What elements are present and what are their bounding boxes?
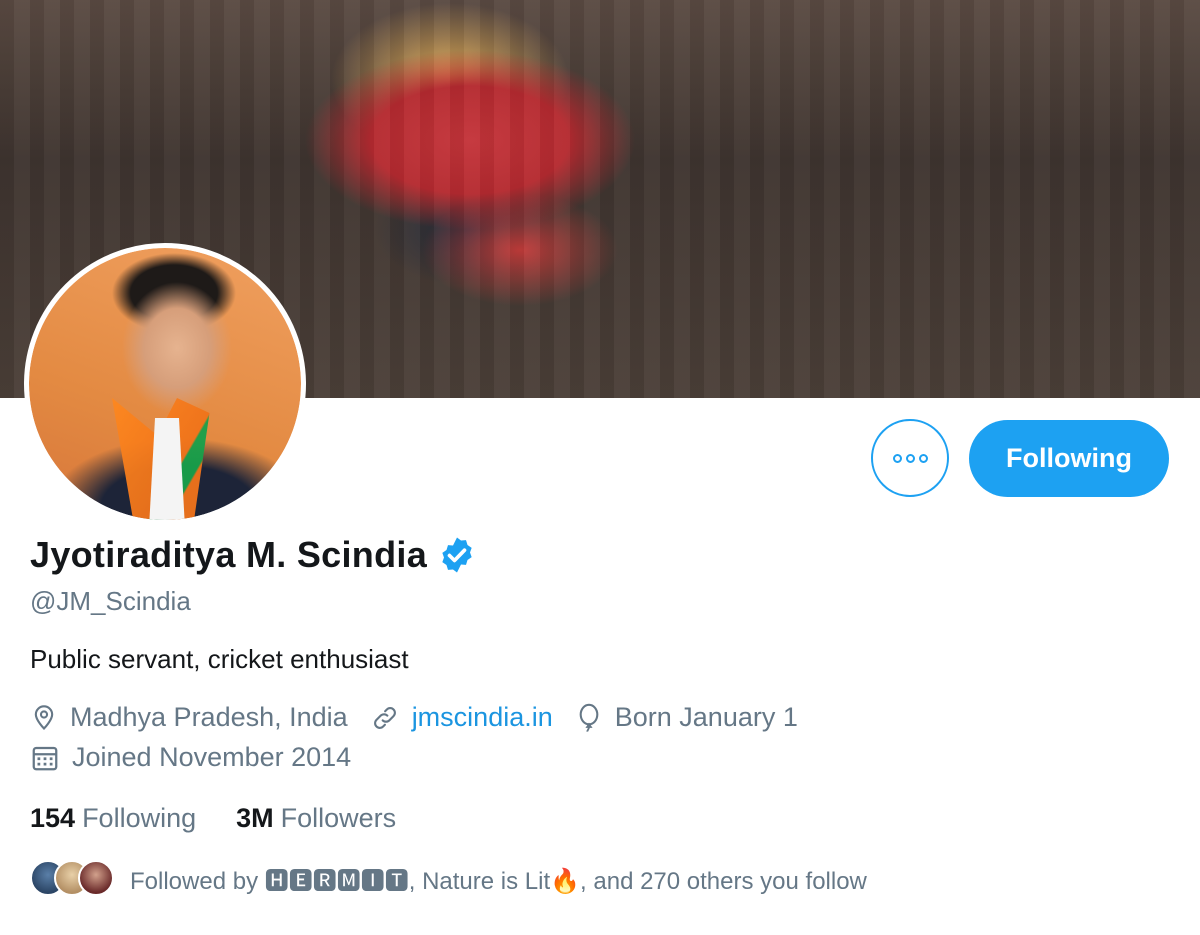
followers-label: Followers: [280, 803, 397, 833]
profile-name-row: Jyotiraditya M. Scindia: [30, 534, 477, 576]
website-link[interactable]: jmscindia.in: [412, 702, 553, 733]
profile-handle: @JM_Scindia: [30, 586, 191, 616]
profile-meta-joined: Joined November 2014: [30, 742, 373, 773]
joined-item: Joined November 2014: [30, 742, 351, 773]
location-text: Madhya Pradesh, India: [70, 702, 348, 732]
location-item: Madhya Pradesh, India: [30, 702, 348, 733]
profile-name: Jyotiraditya M. Scindia: [30, 534, 428, 575]
fire-emoji-icon: 🔥: [550, 867, 581, 895]
more-options-button[interactable]: [871, 419, 949, 497]
followed-by-text: Followed by 🅷🅴🆁🅼🅸🆃, Nature is Lit🔥, and …: [130, 861, 867, 896]
followed-by-prefix: Followed by: [130, 867, 265, 895]
followers-count: 3M: [236, 803, 274, 833]
joined-text: Joined November 2014: [72, 742, 352, 772]
profile-stats: 154 Following 3M Followers: [30, 803, 436, 834]
following-button[interactable]: Following: [969, 420, 1169, 497]
following-count: 154: [30, 803, 76, 833]
more-dots-icon: [892, 453, 902, 463]
followers-count-link[interactable]: 3M Followers: [236, 803, 396, 834]
profile-meta: Madhya Pradesh, India jmscindia.in Born …: [30, 702, 820, 733]
link-icon: [373, 706, 396, 729]
mutual-avatar: [78, 860, 114, 896]
following-count-link[interactable]: 154 Following: [30, 803, 196, 834]
birthday-item: Born January 1: [575, 702, 798, 733]
balloon-icon: [579, 703, 599, 732]
mutual-avatars: [30, 860, 114, 896]
birthday-text: Born January 1: [614, 702, 798, 732]
location-pin-icon: [34, 704, 54, 730]
mutual-follower-2: Nature is Lit: [422, 867, 551, 895]
followed-by-separator: ,: [408, 867, 423, 895]
profile-avatar[interactable]: [24, 243, 306, 525]
calendar-icon: [32, 746, 58, 770]
followed-by-row[interactable]: Followed by 🅷🅴🆁🅼🅸🆃, Nature is Lit🔥, and …: [30, 860, 867, 896]
following-label: Following: [82, 803, 197, 833]
verified-badge-icon: [442, 537, 472, 573]
more-dots-icon: [905, 453, 915, 463]
profile-bio: Public servant, cricket enthusiast: [30, 644, 409, 674]
followed-by-suffix: , and 270 others you follow: [580, 867, 867, 895]
avatar-photo: [29, 248, 301, 520]
website-item[interactable]: jmscindia.in: [370, 702, 553, 733]
mutual-follower-1: 🅷🅴🆁🅼🅸🆃: [264, 867, 409, 895]
more-dots-icon: [918, 453, 928, 463]
